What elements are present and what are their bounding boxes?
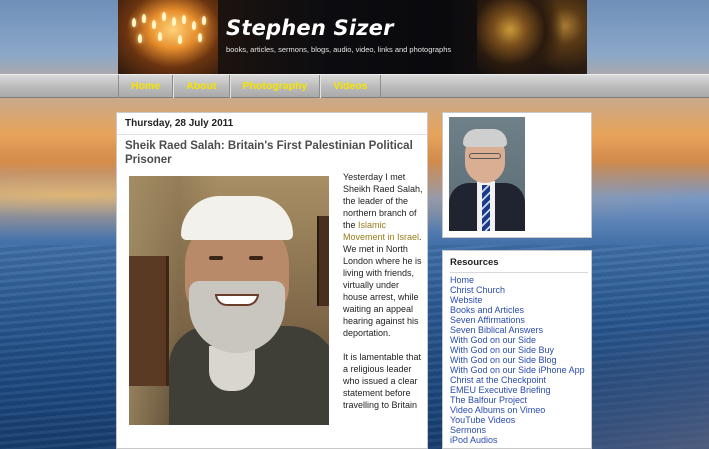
nav-bar: Home About Photography Videos [0,74,709,98]
post-body: Yesterday I met Sheikh Raed Salah, the l… [343,171,423,423]
resource-link-video-albums-vimeo[interactable]: Video Albums on Vimeo [450,405,590,415]
icon-artwork-image [477,0,587,74]
resource-link-balfour-project[interactable]: The Balfour Project [450,395,590,405]
post-paragraph: Yesterday I met Sheikh Raed Salah, the l… [343,172,423,338]
candles-image [118,0,218,74]
post-paragraph: It is lamentable that a religious leader… [343,352,422,410]
resource-link-sermons[interactable]: Sermons [450,425,590,435]
profile-photo[interactable] [449,117,525,231]
resource-link-emeu-executive-briefing[interactable]: EMEU Executive Briefing [450,385,590,395]
site-tagline: books, articles, sermons, blogs, audio, … [226,45,452,54]
post-title[interactable]: Sheik Raed Salah: Britain's First Palest… [125,139,421,167]
nav-item-photography[interactable]: Photography [229,75,321,98]
resource-link-ipod-audios[interactable]: iPod Audios [450,435,590,445]
resource-link-with-god-buy[interactable]: With God on our Side Buy [450,345,590,355]
resource-link-with-god-blog[interactable]: With God on our Side Blog [450,355,590,365]
resource-link-with-god-on-our-side[interactable]: With God on our Side [450,335,590,345]
profile-widget [442,112,592,238]
nav-item-videos[interactable]: Videos [320,75,381,98]
resource-link-youtube-videos[interactable]: YouTube Videos [450,415,590,425]
resources-title: Resources [450,257,588,273]
nav-items: Home About Photography Videos [118,75,381,99]
resource-link-christ-church[interactable]: Christ Church [450,285,590,295]
site-title[interactable]: Stephen Sizer [226,16,394,40]
resource-link-books-and-articles[interactable]: Books and Articles [450,305,590,315]
resources-widget: Resources Home Christ Church Website Boo… [442,250,592,449]
shore-background [589,330,709,449]
resource-link-christ-at-the-checkpoint[interactable]: Christ at the Checkpoint [450,375,590,385]
post-photo[interactable] [129,176,329,425]
nav-item-about[interactable]: About [173,75,230,98]
header-banner: Stephen Sizer books, articles, sermons, … [118,0,587,74]
main-post-column: Thursday, 28 July 2011 Sheik Raed Salah:… [116,112,428,449]
resource-link-home[interactable]: Home [450,275,590,285]
post-date: Thursday, 28 July 2011 [117,113,427,135]
nav-item-home[interactable]: Home [118,75,174,98]
resource-link-seven-biblical-answers[interactable]: Seven Biblical Answers [450,325,590,335]
resources-list: Home Christ Church Website Books and Art… [450,275,590,445]
resource-link-seven-affirmations[interactable]: Seven Affirmations [450,315,590,325]
resource-link-website[interactable]: Website [450,295,590,305]
resource-link-with-god-iphone-app[interactable]: With God on our Side iPhone App [450,365,590,375]
